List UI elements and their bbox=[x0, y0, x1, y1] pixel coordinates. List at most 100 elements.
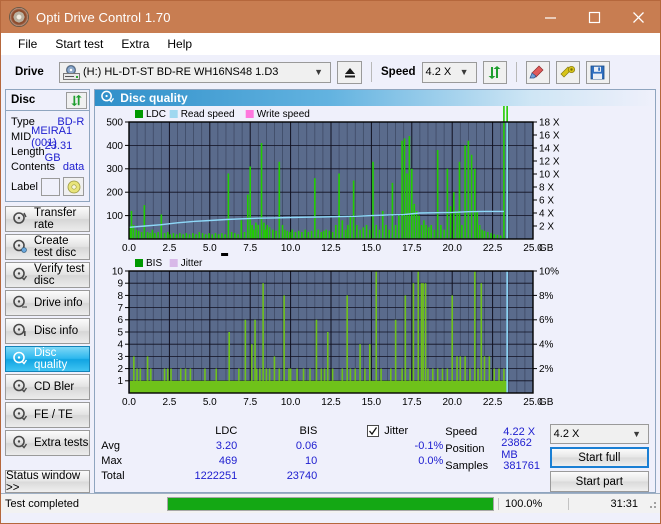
svg-text:6%: 6% bbox=[539, 315, 554, 326]
svg-text:17.5: 17.5 bbox=[402, 397, 422, 408]
save-button[interactable] bbox=[585, 60, 610, 84]
svg-text:10.0: 10.0 bbox=[281, 397, 301, 408]
test-speed-select[interactable]: 4.2 X ▼ bbox=[549, 424, 649, 444]
disc-label-row: Label bbox=[11, 176, 85, 197]
sidebar-item-cd-bler[interactable]: CD Bler bbox=[5, 374, 91, 400]
elapsed-time: 31:31 bbox=[568, 497, 646, 510]
disc-row-length: Length 23.31 GB bbox=[11, 140, 84, 164]
svg-text:4%: 4% bbox=[539, 340, 554, 351]
disc-info-list: Type BD-R MID MEIRA1 (001) Length 23.31 … bbox=[6, 111, 89, 201]
sidebar-item-extra-tests[interactable]: Extra tests bbox=[5, 430, 91, 456]
svg-text:300: 300 bbox=[107, 164, 124, 175]
menu-item-start-test[interactable]: Start test bbox=[46, 35, 112, 54]
maximize-icon[interactable] bbox=[572, 1, 616, 33]
sidebar-item-label: Extra tests bbox=[34, 437, 89, 449]
svg-text:20.0: 20.0 bbox=[443, 243, 463, 254]
erase-button[interactable] bbox=[525, 60, 550, 84]
menu-item-extra[interactable]: Extra bbox=[112, 35, 158, 54]
transfer-rate-icon bbox=[13, 211, 27, 228]
svg-text:2: 2 bbox=[118, 364, 124, 375]
svg-text:Read speed: Read speed bbox=[181, 109, 235, 120]
speed-select[interactable]: 4.2 X ▼ bbox=[421, 61, 477, 83]
sidebar-item-transfer-rate[interactable]: Transfer rate bbox=[5, 206, 91, 232]
svg-text:9: 9 bbox=[118, 279, 124, 290]
svg-text:3: 3 bbox=[118, 352, 124, 363]
title-bar: Opti Drive Control 1.70 bbox=[1, 1, 660, 33]
position-readout-value: 23862 MB bbox=[501, 436, 532, 461]
jitter-checkbox[interactable] bbox=[367, 424, 380, 437]
menu-item-help[interactable]: Help bbox=[158, 35, 201, 54]
sidebar-item-disc-info[interactable]: Disc info bbox=[5, 318, 91, 344]
disc-row-contents: Contents data bbox=[11, 159, 84, 174]
disc-row-value: data bbox=[62, 160, 85, 173]
table-row: Max 469 10 bbox=[101, 453, 345, 468]
svg-text:12.5: 12.5 bbox=[322, 397, 342, 408]
disc-row-key: Length bbox=[11, 145, 45, 158]
resize-grip-icon[interactable] bbox=[646, 497, 658, 510]
svg-text:10: 10 bbox=[112, 266, 124, 277]
chevron-down-icon: ▼ bbox=[314, 67, 323, 77]
sidebar: Disc Type BD-R MID MEIRA1 (001) Length 2… bbox=[5, 89, 91, 494]
svg-text:5.0: 5.0 bbox=[203, 397, 217, 408]
refresh-button[interactable] bbox=[482, 60, 507, 84]
sidebar-item-fe-te[interactable]: FE / TE bbox=[5, 402, 91, 428]
disc-label-input[interactable] bbox=[40, 177, 61, 196]
sidebar-item-label: Drive info bbox=[34, 297, 83, 309]
sidebar-item-label: CD Bler bbox=[34, 381, 75, 393]
nav-list: Transfer rate Create test disc Verify te… bbox=[5, 206, 91, 456]
svg-text:12.5: 12.5 bbox=[322, 243, 342, 254]
status-window-button[interactable]: Status window >> bbox=[5, 470, 91, 494]
optical-drive-icon bbox=[63, 64, 80, 80]
eject-button[interactable] bbox=[337, 60, 362, 84]
sidebar-item-label: Disc quality bbox=[34, 347, 68, 371]
minimize-icon[interactable] bbox=[528, 1, 572, 33]
sidebar-item-verify-test-disc[interactable]: Verify test disc bbox=[5, 262, 91, 288]
drive-select[interactable]: (H:) HL-DT-ST BD-RE WH16NS48 1.D3 ▼ bbox=[59, 61, 331, 83]
svg-text:16 X: 16 X bbox=[539, 130, 560, 141]
svg-text:BIS: BIS bbox=[146, 258, 162, 269]
sidebar-item-create-test-disc[interactable]: Create test disc bbox=[5, 234, 91, 260]
svg-text:2.5: 2.5 bbox=[163, 397, 177, 408]
row-label-total: Total bbox=[101, 469, 125, 482]
column-header-bis: BIS bbox=[299, 424, 318, 437]
svg-text:100: 100 bbox=[107, 211, 124, 222]
disc-panel-header: Disc bbox=[6, 90, 90, 111]
jitter-checkbox-row[interactable]: Jitter bbox=[345, 423, 445, 438]
start-part-button[interactable]: Start part bbox=[549, 471, 649, 492]
svg-text:7.5: 7.5 bbox=[244, 397, 258, 408]
svg-text:400: 400 bbox=[107, 141, 124, 152]
content-area: Disc Type BD-R MID MEIRA1 (001) Length 2… bbox=[1, 89, 660, 494]
samples-readout-row: Samples 381761 bbox=[445, 457, 549, 474]
table-header-row: LDC BIS bbox=[101, 423, 345, 438]
svg-text:15.0: 15.0 bbox=[362, 243, 382, 254]
svg-text:10 X: 10 X bbox=[539, 169, 560, 180]
menu-item-file[interactable]: File bbox=[9, 35, 46, 54]
disc-refresh-button[interactable] bbox=[66, 91, 88, 109]
svg-text:200: 200 bbox=[107, 188, 124, 199]
disc-quality-charts[interactable]: 100 200 300 400 500 2 X 4 X 6 X 8 X 10 X 12 X 14 X 1… bbox=[95, 106, 587, 416]
charts-container: 100 200 300 400 500 2 X 4 X 6 X 8 X 10 X 12 X 14 X 1… bbox=[95, 106, 655, 419]
jitter-avg-row: -0.1% bbox=[345, 438, 445, 453]
svg-text:2%: 2% bbox=[539, 364, 554, 375]
status-message: Test completed bbox=[5, 497, 79, 510]
svg-text:22.5: 22.5 bbox=[483, 397, 503, 408]
disc-label-button[interactable] bbox=[63, 177, 85, 196]
samples-readout-label: Samples bbox=[445, 459, 489, 472]
error-statistics-table: LDC BIS Avg 3.20 0.06 Max 469 10 Total 1… bbox=[101, 423, 345, 492]
summary-area: Jitter -0.1% 0.0% Speed 4.22 X Position … bbox=[345, 423, 649, 492]
max-ldc-value: 469 bbox=[218, 454, 238, 467]
drive-info-icon bbox=[13, 295, 27, 312]
drive-toolbar: Drive (H:) HL-DT-ST BD-RE WH16NS48 1.D3 … bbox=[1, 55, 660, 89]
sidebar-item-disc-quality[interactable]: Disc quality bbox=[5, 346, 91, 372]
tools-button[interactable] bbox=[555, 60, 580, 84]
close-icon[interactable] bbox=[616, 1, 660, 33]
max-bis-value: 10 bbox=[305, 454, 318, 467]
svg-text:2 X: 2 X bbox=[539, 221, 554, 232]
chevron-down-icon: ▼ bbox=[459, 67, 469, 77]
jitter-max-row: 0.0% bbox=[345, 453, 445, 468]
svg-text:8 X: 8 X bbox=[539, 182, 554, 193]
sidebar-item-drive-info[interactable]: Drive info bbox=[5, 290, 91, 316]
readout-column: Speed 4.22 X Position 23862 MB Samples 3… bbox=[445, 423, 549, 492]
svg-text:18 X: 18 X bbox=[539, 117, 560, 128]
start-full-button[interactable]: Start full bbox=[549, 447, 649, 468]
